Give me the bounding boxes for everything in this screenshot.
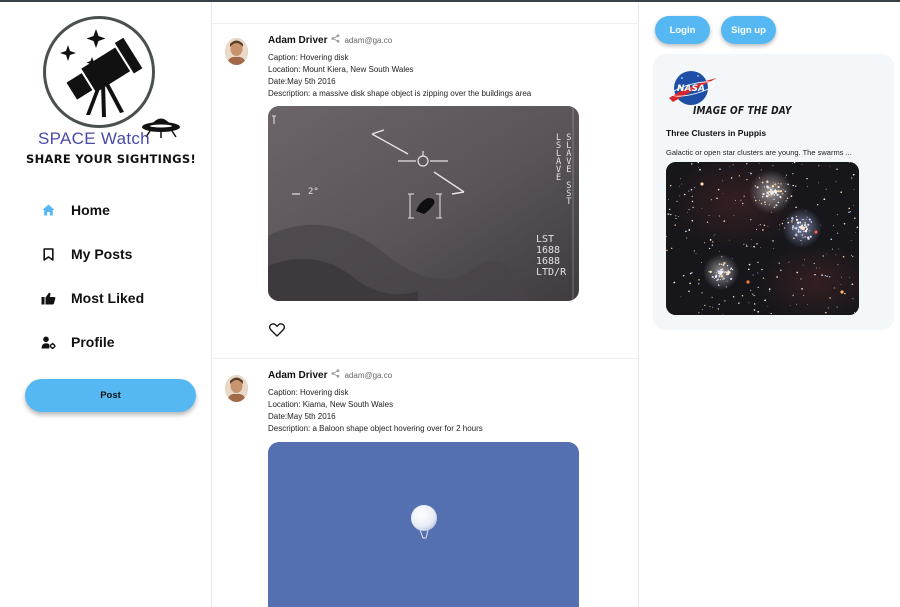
- sidebar-item-profile[interactable]: Profile: [38, 330, 198, 354]
- feed: Adam Driver adam@ga.co Caption: Hovering…: [211, 2, 639, 607]
- heart-icon[interactable]: [269, 323, 285, 337]
- nasa-logo-text: NASA: [677, 84, 705, 94]
- nasa-logo: NASA: [669, 71, 717, 105]
- share-icon[interactable]: [331, 369, 340, 378]
- image-of-the-day-card: NASA IMAGE OF THE DAY Three Clusters in …: [653, 54, 894, 330]
- sidebar-item-label: Profile: [71, 334, 115, 350]
- image-of-the-day-image[interactable]: [666, 162, 859, 315]
- post-email: adam@ga.co: [344, 371, 393, 380]
- sidebar-item-my-posts[interactable]: My Posts: [38, 242, 198, 266]
- avatar[interactable]: [225, 38, 248, 65]
- post-button[interactable]: Post: [25, 379, 196, 412]
- sidebar: SPACE Watch SHARE YOUR SIGHTINGS! Home M…: [0, 2, 211, 607]
- logo-title: SPACE Watch: [38, 129, 150, 148]
- post-author[interactable]: Adam Driver: [268, 35, 327, 46]
- bookmark-icon: [38, 244, 58, 264]
- app-logo[interactable]: SPACE Watch SHARE YOUR SIGHTINGS!: [22, 16, 196, 176]
- hud-angle: 2°: [308, 187, 319, 197]
- post-location: Location: Kiama, New South Wales: [268, 400, 394, 409]
- post-card: Adam Driver adam@ga.co Caption: Hovering…: [212, 358, 638, 607]
- post-description: Description: a massive disk shape object…: [268, 89, 532, 98]
- post-caption: Caption: Hovering disk: [268, 388, 349, 397]
- post-location: Location: Mount Kiera, New South Wales: [268, 65, 414, 74]
- post-card: Adam Driver adam@ga.co Caption: Hovering…: [212, 24, 638, 358]
- avatar[interactable]: [225, 375, 248, 402]
- signup-button[interactable]: Sign up: [721, 16, 776, 44]
- post-caption: Caption: Hovering disk: [268, 53, 349, 62]
- telescope-icon: [60, 29, 143, 117]
- user-settings-icon: [38, 332, 58, 352]
- sidebar-item-label: Home: [71, 202, 110, 218]
- image-of-the-day-title[interactable]: Three Clusters in Puppis: [666, 128, 766, 138]
- home-icon: [38, 200, 58, 220]
- hud-side-text: L S S L L A A V V E E S S T: [556, 133, 572, 207]
- login-button[interactable]: Login: [655, 16, 710, 44]
- image-of-the-day-description: Galactic or open star clusters are young…: [666, 148, 852, 157]
- sidebar-item-label: Most Liked: [71, 290, 145, 306]
- post-header: Adam Driver adam@ga.co: [268, 369, 392, 381]
- post-description: Description: a Baloon shape object hover…: [268, 424, 483, 433]
- share-icon[interactable]: [331, 34, 340, 43]
- post-image[interactable]: 2° L S S L L A A V V E E S S T LST 1688 …: [268, 106, 579, 301]
- post-date: Date:May 5th 2016: [268, 412, 336, 421]
- image-of-the-day-heading: IMAGE OF THE DAY: [693, 104, 792, 117]
- telescope-emblem: [43, 16, 155, 128]
- post-email: adam@ga.co: [344, 36, 393, 45]
- sidebar-item-home[interactable]: Home: [38, 198, 198, 222]
- post-author[interactable]: Adam Driver: [268, 370, 327, 381]
- post-header: Adam Driver adam@ga.co: [268, 34, 392, 46]
- post-date: Date:May 5th 2016: [268, 77, 336, 86]
- sidebar-item-label: My Posts: [71, 246, 133, 262]
- post-image[interactable]: [268, 442, 579, 607]
- sidebar-item-most-liked[interactable]: Most Liked: [38, 286, 198, 310]
- logo-tagline: SHARE YOUR SIGHTINGS!: [26, 152, 197, 166]
- feed-header: [212, 2, 638, 24]
- thumbs-up-icon: [38, 288, 58, 308]
- hud-readout: LST 1688 1688 LTD/R: [536, 234, 567, 278]
